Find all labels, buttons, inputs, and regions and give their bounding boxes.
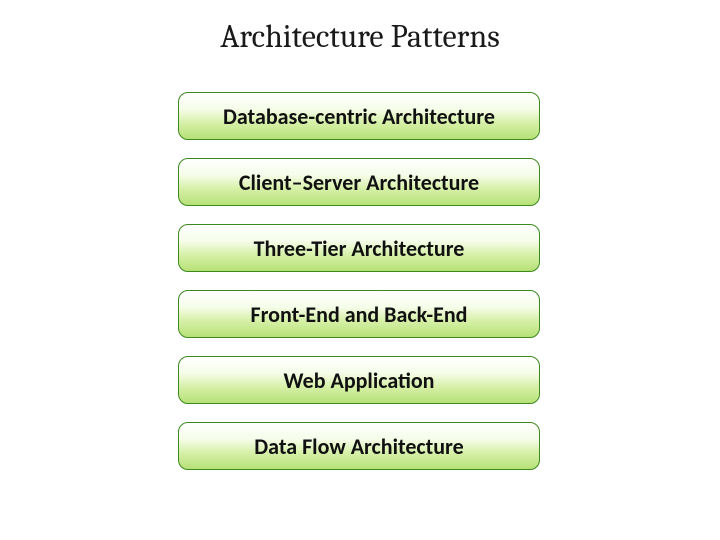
list-item-label: Database-centric Architecture xyxy=(223,103,495,130)
list-item: Database-centric Architecture xyxy=(178,92,540,140)
list-item-label: Client–Server Architecture xyxy=(239,169,479,196)
list-item: Front-End and Back-End xyxy=(178,290,540,338)
list-item: Client–Server Architecture xyxy=(178,158,540,206)
list-item: Three-Tier Architecture xyxy=(178,224,540,272)
slide: Architecture Patterns Database-centric A… xyxy=(0,0,720,540)
list-item: Web Application xyxy=(178,356,540,404)
page-title: Architecture Patterns xyxy=(0,18,720,55)
pattern-list: Database-centric Architecture Client–Ser… xyxy=(178,92,540,488)
list-item-label: Three-Tier Architecture xyxy=(254,235,465,262)
list-item: Data Flow Architecture xyxy=(178,422,540,470)
list-item-label: Front-End and Back-End xyxy=(251,301,468,328)
list-item-label: Web Application xyxy=(283,367,434,394)
list-item-label: Data Flow Architecture xyxy=(254,433,463,460)
